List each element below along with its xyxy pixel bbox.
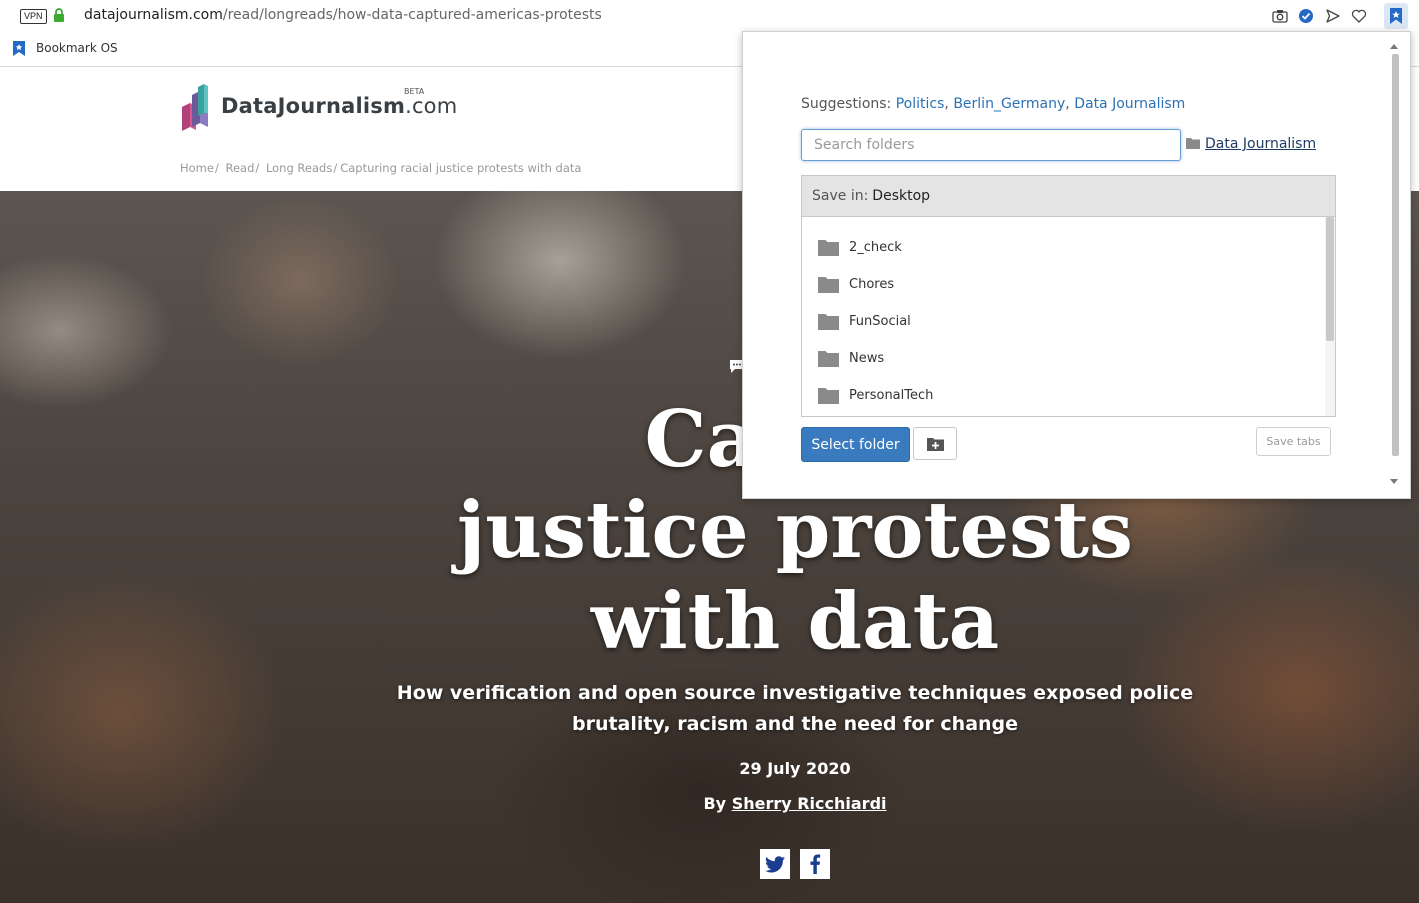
folder-list-scroll-thumb[interactable] xyxy=(1326,217,1334,341)
bookmark-extension-button[interactable] xyxy=(1384,3,1408,29)
folder-label: PersonalTech xyxy=(849,387,934,403)
shield-check-icon[interactable] xyxy=(1298,8,1314,24)
scroll-down-icon[interactable] xyxy=(1390,479,1398,484)
bookmark-star-icon xyxy=(1390,8,1402,24)
folder-item-news[interactable]: News xyxy=(818,346,884,370)
heart-icon[interactable] xyxy=(1351,8,1367,24)
folder-item-2-check[interactable]: 2_check xyxy=(818,235,902,259)
folder-item-personaltech[interactable]: PersonalTech xyxy=(818,383,933,407)
select-folder-button[interactable]: Select folder xyxy=(801,427,910,462)
facebook-share-button[interactable] xyxy=(800,849,830,879)
article-date: 29 July 2020 xyxy=(739,759,851,778)
folder-icon xyxy=(1186,138,1200,149)
logo-tld: .com xyxy=(405,94,458,118)
twitter-share-button[interactable] xyxy=(760,849,790,879)
folder-label: News xyxy=(849,350,885,366)
popup-scroll-thumb[interactable] xyxy=(1392,54,1399,456)
save-in-label: Save in: xyxy=(812,188,869,204)
site-logo-text[interactable]: DataJournalism.com xyxy=(221,94,457,118)
suggestion-data-journalism[interactable]: Data Journalism xyxy=(1074,96,1185,112)
url-field[interactable]: datajournalism.com/read/longreads/how-da… xyxy=(84,7,602,23)
folder-icon xyxy=(818,276,839,293)
folder-list-scrollbar[interactable] xyxy=(1325,217,1335,416)
bookmark-os-icon xyxy=(13,41,25,56)
search-folders-input[interactable] xyxy=(801,129,1181,161)
byline-prefix: By xyxy=(703,794,727,813)
folder-icon xyxy=(818,350,839,367)
folder-item-chores[interactable]: Chores xyxy=(818,272,894,296)
twitter-icon xyxy=(765,855,785,872)
breadcrumb: Home/ Read/ Long Reads/Capturing racial … xyxy=(180,161,582,175)
folder-icon xyxy=(818,387,839,404)
facebook-icon xyxy=(810,854,821,874)
new-folder-button[interactable] xyxy=(913,427,957,460)
suggestions: Suggestions: Politics, Berlin_Germany, D… xyxy=(801,96,1186,112)
save-in-bar: Save in: Desktop xyxy=(801,175,1336,216)
address-bar: VPN datajournalism.com/read/longreads/ho… xyxy=(0,0,1419,33)
bookmark-popup: Suggestions: Politics, Berlin_Germany, D… xyxy=(742,31,1411,499)
bookmark-item-bookmark-os[interactable]: Bookmark OS xyxy=(36,41,118,55)
folder-icon xyxy=(818,313,839,330)
breadcrumb-read[interactable]: Read xyxy=(226,161,255,175)
save-in-value: Desktop xyxy=(872,188,931,204)
logo-name: DataJournalism xyxy=(221,94,406,118)
folder-label: 2_check xyxy=(849,239,902,255)
scroll-up-icon[interactable] xyxy=(1390,44,1398,49)
breadcrumb-home[interactable]: Home xyxy=(180,161,214,175)
suggestion-berlin-germany[interactable]: Berlin_Germany xyxy=(953,96,1065,112)
suggestions-label: Suggestions: xyxy=(801,96,892,112)
send-icon[interactable] xyxy=(1325,8,1341,24)
breadcrumb-long-reads[interactable]: Long Reads xyxy=(266,161,332,175)
folder-label: Chores xyxy=(849,276,895,292)
folder-icon xyxy=(818,239,839,256)
folder-item-funsocial[interactable]: FunSocial xyxy=(818,309,911,333)
suggestion-politics[interactable]: Politics xyxy=(896,96,945,112)
breadcrumb-current: Capturing racial justice protests with d… xyxy=(340,161,582,175)
site-logo-icon[interactable] xyxy=(180,83,210,131)
camera-icon[interactable] xyxy=(1272,8,1288,24)
save-tabs-button[interactable]: Save tabs xyxy=(1256,427,1331,456)
folder-label: FunSocial xyxy=(849,313,911,329)
vpn-badge[interactable]: VPN xyxy=(20,9,47,24)
folder-list: 2_check Chores FunSocial News PersonalTe… xyxy=(801,216,1336,417)
author-link[interactable]: Sherry Ricchiardi xyxy=(732,794,887,813)
url-path: /read/longreads/how-data-captured-americ… xyxy=(222,7,602,23)
article-subtitle: How verification and open source investi… xyxy=(396,682,1194,735)
beta-badge: BETA xyxy=(404,87,425,96)
url-host: datajournalism.com xyxy=(84,7,223,23)
article-byline: By Sherry Ricchiardi xyxy=(600,794,990,813)
new-folder-icon xyxy=(926,437,944,451)
lock-icon[interactable] xyxy=(53,8,65,22)
title-line-3: with data xyxy=(590,576,1000,667)
last-folder-link[interactable]: Data Journalism xyxy=(1205,136,1316,152)
